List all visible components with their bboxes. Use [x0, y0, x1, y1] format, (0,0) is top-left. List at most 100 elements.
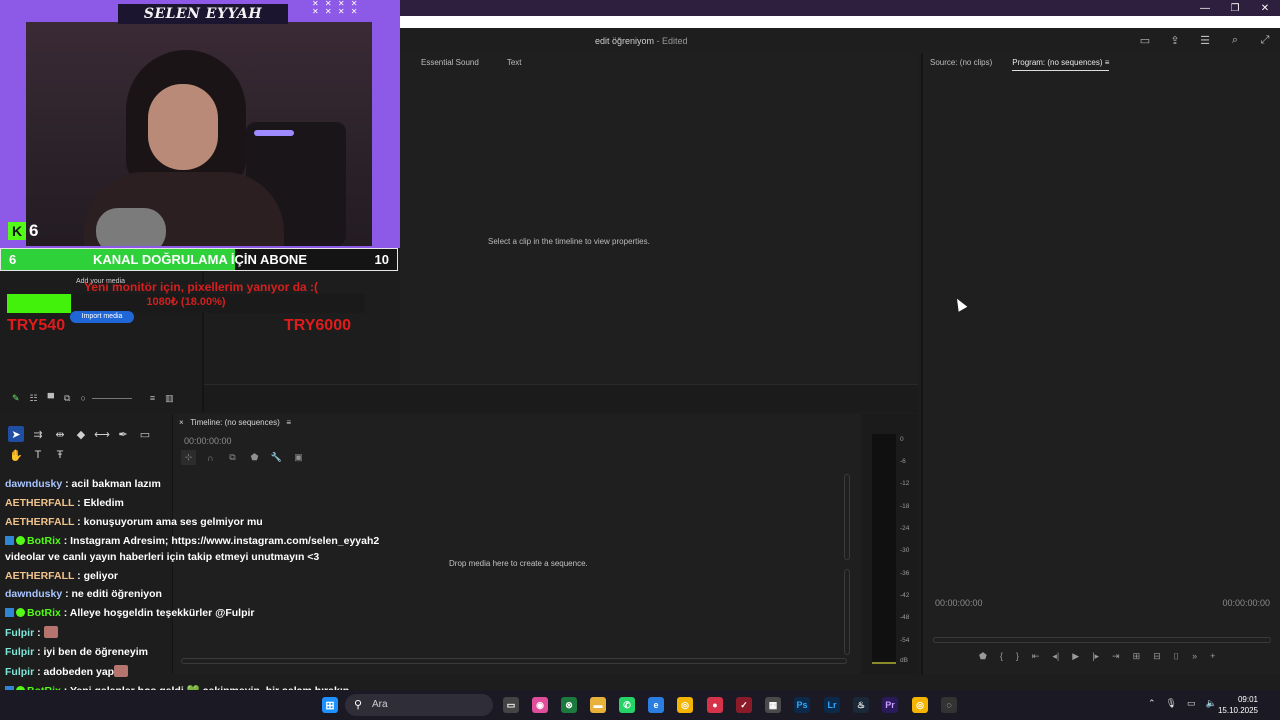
icon-view-icon[interactable]: ▀	[48, 393, 54, 403]
overwrite-icon[interactable]: ⊟	[1153, 651, 1161, 662]
timeline-audio-scrollbar[interactable]	[844, 569, 850, 655]
play-icon[interactable]: ▶	[1072, 651, 1079, 662]
selection-tool-icon[interactable]: ➤	[8, 426, 24, 442]
more-icon[interactable]: »	[1192, 651, 1197, 662]
playhead-timecode[interactable]: 00:00:00:00	[935, 598, 983, 608]
tab-text[interactable]: Text	[507, 58, 522, 67]
search-icon[interactable]: ⌕	[1228, 34, 1242, 47]
minimize-icon[interactable]: —	[1190, 0, 1220, 16]
restore-icon[interactable]: ❐	[1220, 0, 1250, 16]
chat-username[interactable]: AETHERFALL	[5, 570, 74, 582]
razor-icon[interactable]: ◆	[73, 426, 89, 442]
obs-icon[interactable]: ◌	[941, 697, 957, 713]
chat-username[interactable]: Fulpir	[5, 666, 34, 678]
timeline-timecode[interactable]: 00:00:00:00	[184, 436, 232, 446]
chevron-up-icon[interactable]: ⌃	[1148, 698, 1156, 709]
zoom-slider[interactable]	[91, 397, 132, 399]
chrome-profile-icon[interactable]: ◎	[912, 697, 928, 713]
insert-icon[interactable]: ⊞	[1133, 651, 1141, 662]
chat-text: : iyi ben de öğreneyim	[34, 646, 148, 658]
slip-icon[interactable]: ⟷	[94, 426, 110, 442]
linked-selection-icon[interactable]: ⧉	[225, 450, 240, 465]
chat-username[interactable]: BotRix	[27, 607, 61, 619]
edge-icon[interactable]: e	[648, 697, 664, 713]
meter-label: -48	[900, 614, 910, 621]
chrome-icon[interactable]: ◎	[677, 697, 693, 713]
step-forward-icon[interactable]: |▸	[1092, 651, 1099, 662]
sub-goal-target: 10	[374, 252, 389, 267]
sort-icon[interactable]: ≡	[150, 393, 155, 403]
chat-username[interactable]: Fulpir	[5, 627, 34, 639]
monitor-scrollbar[interactable]	[933, 637, 1271, 643]
zoom-slider-icon[interactable]: ○	[80, 393, 85, 403]
workspaces-icon[interactable]: ☰	[1198, 34, 1212, 47]
calculator-icon[interactable]: ▦	[765, 697, 781, 713]
menu-icon[interactable]: ≡	[286, 418, 291, 427]
freeform-view-icon[interactable]: ⧉	[64, 393, 70, 404]
add-marker-icon[interactable]: ⬟	[247, 450, 262, 465]
chat-username[interactable]: Fulpir	[5, 646, 34, 658]
tab-timeline[interactable]: × Timeline: (no sequences) ≡	[179, 418, 291, 427]
app-icon[interactable]: ◉	[532, 697, 548, 713]
snap-icon[interactable]: ∩	[203, 450, 218, 465]
bin-icon[interactable]: ▥	[165, 393, 174, 404]
taskbar-search[interactable]: ⚲ Ara	[345, 694, 493, 716]
hand-icon[interactable]: ✋	[8, 447, 24, 463]
app-check-icon[interactable]: ✓	[736, 697, 752, 713]
timeline-video-scrollbar[interactable]	[844, 474, 850, 560]
add-icon[interactable]: +	[1210, 651, 1215, 662]
panel-icon[interactable]: ▭	[1138, 34, 1152, 47]
close-icon[interactable]: ✕	[1250, 0, 1280, 16]
go-to-out-icon[interactable]: ⇥	[1112, 651, 1120, 662]
close-tab-icon[interactable]: ×	[179, 418, 184, 427]
meter-label: -24	[900, 525, 910, 532]
ripple-edit-icon[interactable]: ⇹	[52, 426, 68, 442]
type-icon[interactable]: T	[30, 447, 46, 463]
premiere-icon[interactable]: Pr	[882, 697, 898, 713]
wrench-icon[interactable]: 🔧	[269, 450, 284, 465]
tab-essential-sound[interactable]: Essential Sound	[421, 58, 479, 67]
rectangle-icon[interactable]: ▭	[137, 426, 153, 442]
tab-program-monitor[interactable]: Program: (no sequences) ≡	[1012, 58, 1110, 71]
pen-icon[interactable]: ✒	[115, 426, 131, 442]
start-icon[interactable]: ⊞	[322, 697, 338, 713]
camera-icon[interactable]: ⌷	[1174, 651, 1179, 662]
pencil-icon[interactable]: ✎	[12, 393, 20, 404]
mark-in-icon[interactable]: {	[1000, 651, 1003, 662]
clock[interactable]: 09:01 15.10.2025	[1218, 694, 1258, 716]
task-view-icon[interactable]: ▭	[503, 697, 519, 713]
nest-icon[interactable]: ⊹	[181, 450, 196, 465]
chat-text: : Alleye hoşgeldin teşekkürler @Fulpir	[60, 607, 255, 619]
chat-username[interactable]: BotRix	[27, 535, 61, 547]
step-back-icon[interactable]: ◂|	[1052, 651, 1059, 662]
go-to-in-icon[interactable]: ⇤	[1032, 651, 1040, 662]
track-select-icon[interactable]: ⇉	[30, 426, 46, 442]
chat-username[interactable]: dawndusky	[5, 478, 62, 490]
chat-username[interactable]: AETHERFALL	[5, 497, 74, 509]
captions-icon[interactable]: ▣	[291, 450, 306, 465]
fullscreen-icon[interactable]: ⤢	[1258, 34, 1272, 47]
chat-message: AETHERFALL : Ekledim	[5, 497, 124, 509]
file-explorer-icon[interactable]: ▬	[590, 697, 606, 713]
vertical-type-icon[interactable]: Ŧ	[52, 447, 68, 463]
photoshop-icon[interactable]: Ps	[794, 697, 810, 713]
import-media-button[interactable]: Import media	[70, 311, 134, 323]
whatsapp-icon[interactable]: ✆	[619, 697, 635, 713]
list-view-icon[interactable]: ☷	[30, 393, 38, 404]
marker-icon[interactable]: ⬟	[979, 651, 987, 662]
app-red-icon[interactable]: ●	[707, 697, 723, 713]
tab-source-monitor[interactable]: Source: (no clips)	[930, 58, 992, 71]
chat-username[interactable]: AETHERFALL	[5, 516, 74, 528]
xbox-icon[interactable]: ⊗	[561, 697, 577, 713]
chat-text: : Ekledim	[74, 497, 124, 509]
volume-icon[interactable]: 🔈	[1206, 698, 1217, 709]
lightroom-icon[interactable]: Lr	[824, 697, 840, 713]
share-icon[interactable]: ⇪	[1168, 34, 1182, 47]
mark-out-icon[interactable]: }	[1016, 651, 1019, 662]
mic-icon[interactable]: 🎙	[1166, 698, 1177, 709]
chat-username[interactable]: dawndusky	[5, 588, 62, 600]
menu-icon[interactable]: ≡	[1105, 58, 1110, 67]
timeline-drop-hint: Drop media here to create a sequence.	[449, 559, 588, 568]
steam-icon[interactable]: ♨	[853, 697, 869, 713]
display-icon[interactable]: ▭	[1187, 698, 1196, 709]
